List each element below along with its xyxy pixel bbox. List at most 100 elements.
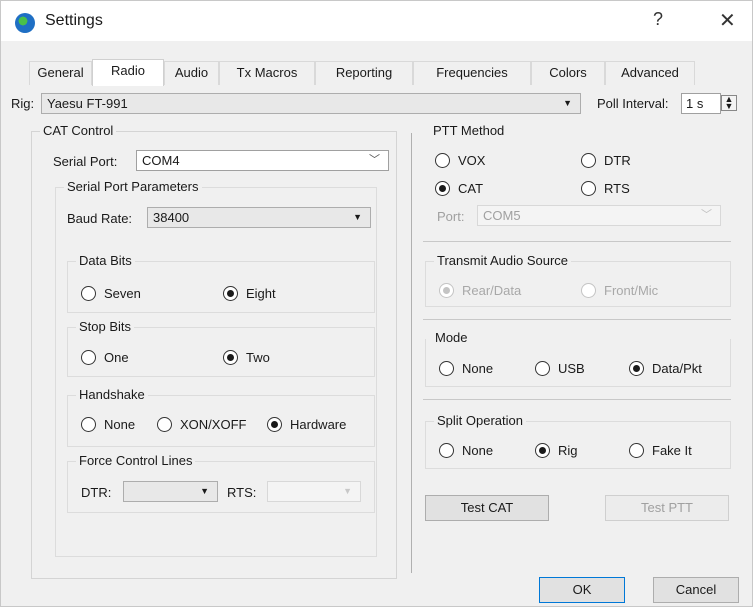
radio-ptt-vox[interactable]: VOX bbox=[435, 153, 485, 168]
radio-checked-icon bbox=[223, 350, 238, 365]
radio-label: None bbox=[104, 417, 136, 432]
test-cat-button[interactable]: Test CAT bbox=[425, 495, 549, 521]
radio-mode-data-pkt[interactable]: Data/Pkt bbox=[629, 361, 702, 376]
dropdown-arrow-icon: ▼ bbox=[563, 98, 572, 108]
split-operation-title: Split Operation bbox=[434, 413, 526, 428]
radio-label: Two bbox=[246, 350, 270, 365]
radio-label: VOX bbox=[458, 153, 486, 168]
radio-split-none[interactable]: None bbox=[439, 443, 493, 458]
dtr-select[interactable]: ▼ bbox=[123, 481, 218, 502]
test-ptt-button[interactable]: Test PTT bbox=[605, 495, 729, 521]
radio-label: None bbox=[462, 361, 494, 376]
divider bbox=[423, 399, 731, 400]
settings-window: Settings ? ✕ General Radio Audio Tx Macr… bbox=[0, 0, 753, 607]
radio-audio-rear-data[interactable]: Rear/Data bbox=[439, 283, 521, 298]
stop-bits-title: Stop Bits bbox=[76, 319, 135, 334]
radio-data-bits-seven[interactable]: Seven bbox=[81, 286, 141, 301]
tab-frequencies[interactable]: Frequencies bbox=[413, 61, 531, 85]
radio-split-fake-it[interactable]: Fake It bbox=[629, 443, 692, 458]
radio-checked-icon bbox=[535, 443, 550, 458]
radio-checked-icon bbox=[267, 417, 282, 432]
radio-unchecked-icon bbox=[81, 417, 96, 432]
radio-unchecked-icon bbox=[439, 361, 454, 376]
radio-mode-none[interactable]: None bbox=[439, 361, 493, 376]
radio-checked-icon bbox=[629, 361, 644, 376]
tab-tx-macros[interactable]: Tx Macros bbox=[219, 61, 315, 85]
radio-ptt-dtr[interactable]: DTR bbox=[581, 153, 631, 168]
tab-colors[interactable]: Colors bbox=[531, 61, 605, 85]
radio-audio-front-mic[interactable]: Front/Mic bbox=[581, 283, 658, 298]
baud-rate-select[interactable]: 38400 ▼ bbox=[147, 207, 371, 228]
radio-label: Data/Pkt bbox=[652, 361, 702, 376]
radio-split-rig[interactable]: Rig bbox=[535, 443, 578, 458]
radio-label: Eight bbox=[246, 286, 276, 301]
radio-handshake-none[interactable]: None bbox=[81, 417, 135, 432]
tab-audio[interactable]: Audio bbox=[164, 61, 219, 85]
radio-data-bits-eight[interactable]: Eight bbox=[223, 286, 276, 301]
radio-label: CAT bbox=[458, 181, 484, 196]
radio-label: None bbox=[462, 443, 494, 458]
radio-stop-bits-one[interactable]: One bbox=[81, 350, 129, 365]
radio-checked-icon bbox=[435, 181, 450, 196]
radio-ptt-rts[interactable]: RTS bbox=[581, 181, 630, 196]
dialog-content: General Radio Audio Tx Macros Reporting … bbox=[1, 41, 752, 606]
radio-ptt-cat[interactable]: CAT bbox=[435, 181, 483, 196]
radio-unchecked-icon bbox=[581, 181, 596, 196]
radio-label: DTR bbox=[604, 153, 631, 168]
radio-unchecked-icon bbox=[535, 361, 550, 376]
serial-port-label: Serial Port: bbox=[53, 154, 118, 169]
help-button[interactable]: ? bbox=[653, 9, 663, 30]
radio-unchecked-icon bbox=[629, 443, 644, 458]
serial-port-value: COM4 bbox=[142, 153, 180, 168]
poll-interval-spinbox[interactable]: 1 s bbox=[681, 93, 721, 114]
radio-handshake-xonxoff[interactable]: XON/XOFF bbox=[157, 417, 246, 432]
rts-select[interactable]: ▼ bbox=[267, 481, 361, 502]
force-control-lines-title: Force Control Lines bbox=[76, 453, 196, 468]
radio-handshake-hardware[interactable]: Hardware bbox=[267, 417, 346, 432]
dropdown-arrow-icon: ▼ bbox=[353, 212, 362, 222]
radio-label: One bbox=[104, 350, 129, 365]
title-bar: Settings ? ✕ bbox=[1, 1, 752, 41]
radio-label: Hardware bbox=[290, 417, 347, 432]
column-divider bbox=[411, 133, 412, 573]
dtr-label: DTR: bbox=[81, 485, 112, 500]
tab-radio[interactable]: Radio bbox=[92, 59, 164, 86]
window-title: Settings bbox=[45, 12, 103, 29]
serial-port-select[interactable]: COM4 ﹀ bbox=[136, 150, 389, 171]
transmit-audio-source-title: Transmit Audio Source bbox=[434, 253, 572, 268]
radio-checked-icon bbox=[439, 283, 454, 298]
spin-updown-icon[interactable]: ▲ ▼ bbox=[721, 95, 737, 111]
chevron-down-icon: ﹀ bbox=[701, 209, 712, 221]
serial-port-params-title: Serial Port Parameters bbox=[64, 179, 202, 194]
poll-interval-value: 1 s bbox=[686, 96, 704, 111]
tab-reporting[interactable]: Reporting bbox=[315, 61, 413, 85]
ok-button[interactable]: OK bbox=[539, 577, 625, 603]
radio-label: Rear/Data bbox=[462, 283, 522, 298]
ptt-port-label: Port: bbox=[437, 209, 465, 224]
radio-label: XON/XOFF bbox=[180, 417, 247, 432]
radio-mode-usb[interactable]: USB bbox=[535, 361, 585, 376]
radio-stop-bits-two[interactable]: Two bbox=[223, 350, 270, 365]
tab-general[interactable]: General bbox=[29, 61, 92, 85]
radio-label: Rig bbox=[558, 443, 578, 458]
radio-label: Front/Mic bbox=[604, 283, 659, 298]
mode-title: Mode bbox=[432, 330, 471, 345]
ptt-method-title: PTT Method bbox=[430, 123, 508, 138]
radio-unchecked-icon bbox=[581, 283, 596, 298]
radio-unchecked-icon bbox=[81, 350, 96, 365]
close-button[interactable]: ✕ bbox=[719, 8, 736, 33]
baud-rate-label: Baud Rate: bbox=[67, 211, 133, 226]
tab-advanced[interactable]: Advanced bbox=[605, 61, 695, 85]
radio-unchecked-icon bbox=[157, 417, 172, 432]
divider bbox=[423, 241, 731, 242]
dropdown-arrow-icon: ▼ bbox=[343, 486, 352, 496]
divider bbox=[423, 319, 731, 320]
rig-select[interactable]: Yaesu FT-991 ▼ bbox=[41, 93, 581, 114]
ptt-port-select[interactable]: COM5 ﹀ bbox=[477, 205, 721, 226]
radio-checked-icon bbox=[223, 286, 238, 301]
cat-control-title: CAT Control bbox=[40, 123, 117, 138]
radio-unchecked-icon bbox=[439, 443, 454, 458]
rts-label: RTS: bbox=[227, 485, 257, 500]
cancel-button[interactable]: Cancel bbox=[653, 577, 739, 603]
poll-interval-label: Poll Interval: bbox=[597, 96, 669, 111]
